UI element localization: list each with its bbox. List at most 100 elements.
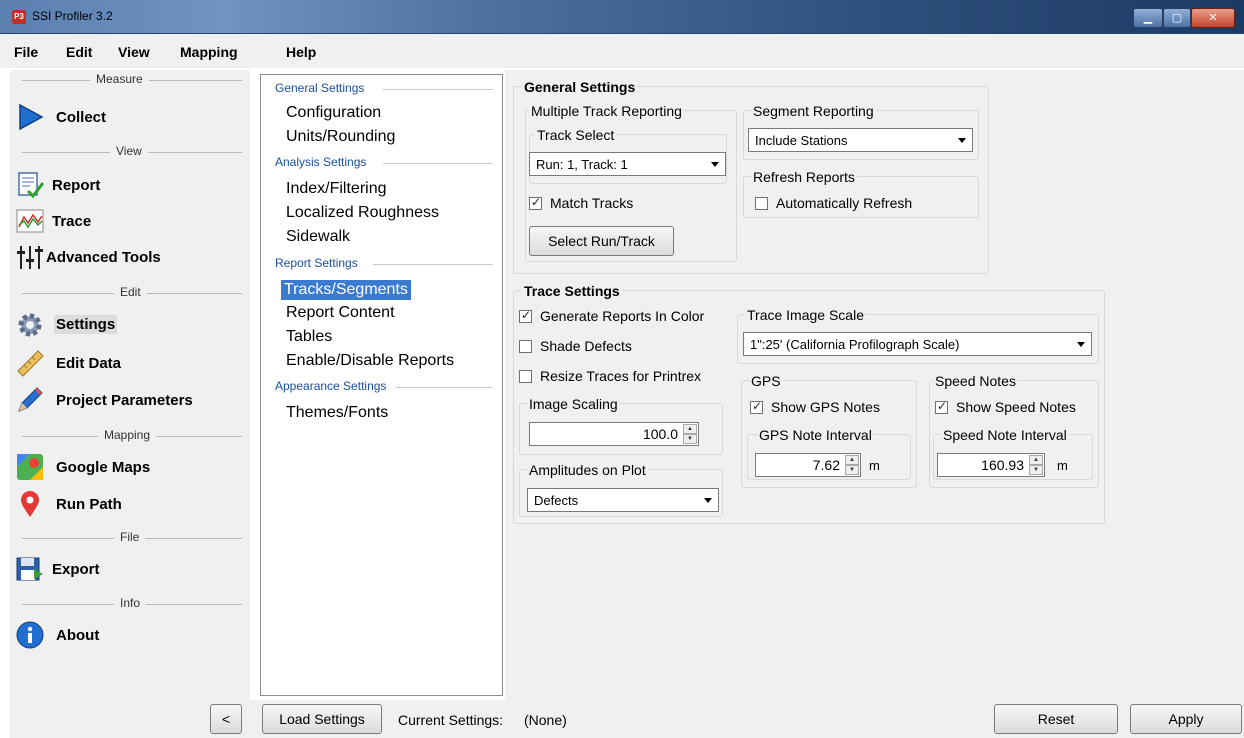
image-scaling-label: Image Scaling (527, 396, 620, 412)
shade-defects-label: Shade Defects (540, 338, 632, 354)
checkbox-box[interactable] (519, 340, 532, 353)
sidebar-item-about[interactable]: About (12, 618, 248, 652)
shade-defects-checkbox[interactable]: Shade Defects (519, 338, 632, 354)
divider (395, 387, 493, 388)
chevron-down-icon (1077, 342, 1085, 347)
menu-bar: File Edit View Mapping Help (0, 34, 1244, 68)
sidebar-item-report[interactable]: Report (12, 168, 248, 202)
show-speed-notes-checkbox[interactable]: Show Speed Notes (935, 399, 1076, 415)
checkbox-box[interactable] (750, 399, 763, 414)
list-item-tables[interactable]: Tables (283, 327, 335, 347)
auto-refresh-label: Automatically Refresh (776, 195, 913, 211)
app-icon: P3 (12, 10, 26, 24)
sidebar-item-label: Edit Data (56, 355, 122, 372)
pencil-icon (18, 387, 43, 412)
sidebar-item-export[interactable]: Export (12, 552, 248, 586)
list-item-localized-roughness[interactable]: Localized Roughness (283, 203, 442, 223)
list-item-enable-disable-reports[interactable]: Enable/Disable Reports (283, 351, 457, 371)
generate-color-checkbox[interactable]: Generate Reports In Color (519, 308, 704, 324)
trace-image-scale-value: 1":25' (California Profilograph Scale) (750, 337, 960, 352)
spin-down-icon[interactable]: ▼ (1029, 465, 1043, 475)
checkbox-box[interactable] (519, 370, 532, 383)
spin-down-icon[interactable]: ▼ (683, 434, 697, 444)
report-icon (18, 172, 44, 199)
close-icon[interactable]: ✕ (1191, 8, 1235, 28)
maximize-icon[interactable]: ▢ (1163, 8, 1191, 28)
menu-mapping[interactable]: Mapping (180, 44, 238, 60)
menu-edit[interactable]: Edit (66, 44, 92, 60)
image-scaling-value: 100.0 (642, 426, 678, 442)
image-scaling-spinner[interactable]: 100.0 ▲ ▼ (529, 422, 699, 446)
checkbox-box[interactable] (755, 197, 768, 210)
sidebar-item-collect[interactable]: Collect (12, 100, 248, 134)
info-icon (16, 621, 44, 649)
reset-button[interactable]: Reset (994, 704, 1118, 734)
sidebar-item-google-maps[interactable]: Google Maps (12, 450, 248, 484)
list-item-report-content[interactable]: Report Content (283, 303, 398, 323)
group-label-general: General Settings (275, 81, 365, 95)
refresh-reports-label: Refresh Reports (751, 169, 857, 185)
amplitudes-label: Amplitudes on Plot (527, 462, 648, 478)
gps-interval-spinner[interactable]: 7.62 ▲ ▼ (755, 453, 861, 477)
checkbox-box[interactable] (935, 399, 948, 414)
section-label-info: Info (114, 596, 147, 610)
group-label-appearance: Appearance Settings (275, 379, 387, 393)
auto-refresh-checkbox[interactable]: Automatically Refresh (755, 195, 912, 211)
sidebar-item-trace[interactable]: Trace (12, 204, 248, 238)
generate-color-label: Generate Reports In Color (540, 308, 705, 324)
sidebar-item-run-path[interactable]: Run Path (12, 487, 248, 521)
sidebar-item-label: Settings (54, 315, 118, 334)
list-item-index-filtering[interactable]: Index/Filtering (283, 179, 390, 199)
resize-traces-label: Resize Traces for Printrex (540, 368, 702, 384)
show-gps-notes-checkbox[interactable]: Show GPS Notes (750, 399, 880, 415)
trace-image-scale-dropdown[interactable]: 1":25' (California Profilograph Scale) (743, 332, 1092, 356)
sidebar-item-advanced-tools[interactable]: Advanced Tools (12, 240, 248, 274)
sidebar-item-label: Advanced Tools (46, 249, 161, 266)
window-title: SSI Profiler 3.2 (32, 9, 113, 23)
menu-help[interactable]: Help (286, 44, 316, 60)
sidebar-item-settings[interactable]: Settings (12, 308, 248, 342)
load-settings-button[interactable]: Load Settings (262, 704, 382, 734)
group-label-report: Report Settings (275, 256, 358, 270)
list-item-units-rounding[interactable]: Units/Rounding (283, 127, 398, 147)
spin-down-icon[interactable]: ▼ (845, 465, 859, 475)
menu-view[interactable]: View (118, 44, 150, 60)
speed-interval-spinner[interactable]: 160.93 ▲ ▼ (937, 453, 1045, 477)
track-select-value: Run: 1, Track: 1 (536, 157, 628, 172)
minimize-icon[interactable]: ▁ (1133, 8, 1163, 28)
sidebar-item-project-parameters[interactable]: Project Parameters (12, 383, 248, 417)
list-item-configuration[interactable]: Configuration (283, 103, 384, 123)
spin-up-icon[interactable]: ▲ (845, 455, 859, 465)
gear-icon (18, 313, 42, 337)
apply-button[interactable]: Apply (1130, 704, 1242, 734)
speed-interval-unit: m (1057, 458, 1068, 473)
map-icon (17, 454, 43, 480)
amplitudes-dropdown[interactable]: Defects (527, 488, 719, 512)
spin-up-icon[interactable]: ▲ (683, 424, 697, 434)
section-label-edit: Edit (114, 285, 147, 299)
spin-up-icon[interactable]: ▲ (1029, 455, 1043, 465)
track-select-dropdown[interactable]: Run: 1, Track: 1 (529, 152, 726, 176)
current-settings-value: (None) (524, 712, 567, 728)
multiple-track-label: Multiple Track Reporting (529, 103, 684, 119)
checkbox-box[interactable] (529, 195, 542, 210)
play-icon (19, 103, 44, 131)
sliders-icon (17, 246, 43, 269)
resize-traces-checkbox[interactable]: Resize Traces for Printrex (519, 368, 701, 384)
list-item-tracks-segments[interactable]: Tracks/Segments (281, 280, 411, 300)
sidebar-item-edit-data[interactable]: Edit Data (12, 346, 248, 380)
list-item-themes-fonts[interactable]: Themes/Fonts (283, 403, 391, 423)
segment-reporting-label: Segment Reporting (751, 103, 876, 119)
map-pin-icon (21, 491, 39, 517)
collapse-sidebar-button[interactable]: < (210, 704, 242, 734)
divider (373, 264, 493, 265)
menu-file[interactable]: File (14, 44, 38, 60)
select-run-track-button[interactable]: Select Run/Track (529, 226, 674, 256)
segment-reporting-dropdown[interactable]: Include Stations (748, 128, 973, 152)
match-tracks-checkbox[interactable]: Match Tracks (529, 195, 633, 211)
checkbox-box[interactable] (519, 308, 532, 323)
show-gps-notes-label: Show GPS Notes (771, 399, 880, 415)
list-item-sidewalk[interactable]: Sidewalk (283, 227, 353, 247)
speed-notes-title: Speed Notes (933, 373, 1018, 389)
title-bar: P3 SSI Profiler 3.2 ▁ ▢ ✕ (0, 0, 1244, 34)
